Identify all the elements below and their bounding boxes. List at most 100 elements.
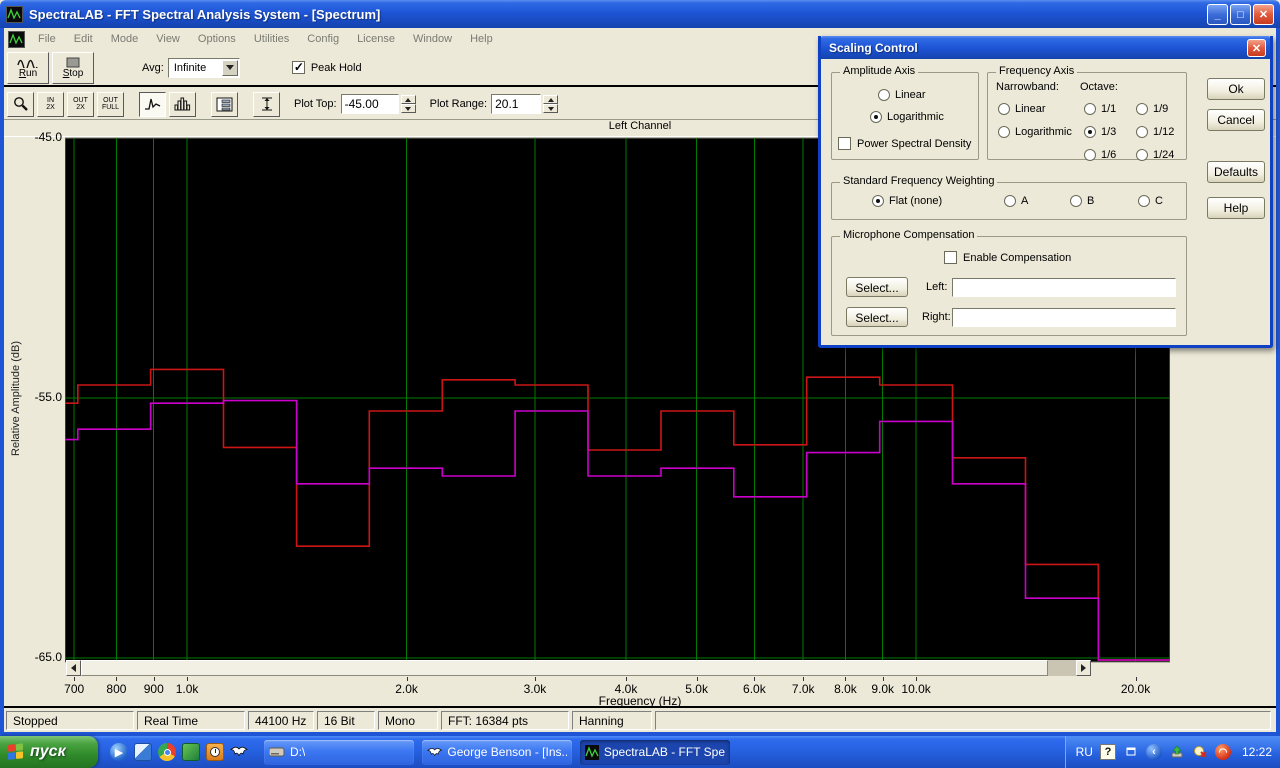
restore-window-icon[interactable]	[1123, 744, 1139, 760]
mic-compensation-group: Microphone Compensation Enable Compensat…	[831, 236, 1187, 336]
zoom-out-full-button[interactable]: OUT FULL	[97, 92, 124, 117]
spectralab-icon	[585, 745, 599, 760]
minimize-button[interactable]: _	[1207, 4, 1228, 25]
close-button[interactable]: ✕	[1253, 4, 1274, 25]
menu-mode[interactable]: Mode	[102, 30, 148, 48]
x-tick-label: 3.0k	[524, 682, 547, 696]
ok-button[interactable]: Ok	[1207, 78, 1265, 100]
amplitude-linear-radio[interactable]	[878, 89, 890, 101]
weighting-group: Standard Frequency Weighting Flat (none)…	[831, 182, 1187, 220]
enable-compensation-checkbox[interactable]	[944, 251, 957, 264]
menu-edit[interactable]: Edit	[65, 30, 102, 48]
chrome-icon[interactable]	[158, 743, 176, 761]
bat-app-icon[interactable]	[230, 743, 248, 761]
chevron-down-icon[interactable]	[222, 60, 238, 76]
help-button[interactable]: Help	[1207, 197, 1265, 219]
zoom-in-2x-button[interactable]: IN 2X	[37, 92, 64, 117]
scroll-left-arrow-icon[interactable]	[66, 660, 81, 676]
run-button[interactable]: Run	[7, 52, 49, 84]
weighting-b-radio[interactable]	[1070, 195, 1082, 207]
x-tick-mark	[74, 677, 75, 681]
x-tick-label: 1.0k	[176, 682, 199, 696]
octave-1-24-radio[interactable]	[1136, 149, 1148, 161]
menu-window[interactable]: Window	[404, 30, 461, 48]
octave-1-1-radio[interactable]	[1084, 103, 1096, 115]
x-tick-mark	[535, 677, 536, 681]
language-indicator[interactable]: RU	[1076, 745, 1093, 759]
edit-app-icon[interactable]	[134, 743, 152, 761]
dialog-close-icon[interactable]: ✕	[1247, 39, 1266, 57]
octave-1-9-radio[interactable]	[1136, 103, 1148, 115]
media-player-icon[interactable]: ▶	[110, 743, 128, 761]
drive-icon	[269, 747, 285, 757]
menu-config[interactable]: Config	[298, 30, 348, 48]
narrowband-linear-radio[interactable]	[998, 103, 1010, 115]
map-app-icon[interactable]	[182, 743, 200, 761]
x-tick-mark	[916, 677, 917, 681]
dialog-titlebar[interactable]: Scaling Control	[821, 36, 1270, 59]
narrowband-logarithmic-radio[interactable]	[998, 126, 1010, 138]
weighting-flat-radio[interactable]	[872, 195, 884, 207]
plot-top-input[interactable]	[341, 94, 399, 114]
x-tick-label: 7.0k	[792, 682, 815, 696]
window-titlebar[interactable]: SpectraLAB - FFT Spectral Analysis Syste…	[0, 0, 1280, 28]
plot-range-label: Plot Range:	[430, 98, 487, 110]
task-button-player[interactable]: George Benson - [Ins...	[422, 740, 572, 765]
display-options-button[interactable]	[211, 92, 238, 117]
messenger-offline-icon[interactable]	[1192, 744, 1208, 760]
zoom-out-2x-button[interactable]: OUT 2X	[67, 92, 94, 117]
x-tick-label: 900	[144, 682, 164, 696]
plot-range-spinner[interactable]	[543, 95, 558, 113]
menu-file[interactable]: File	[29, 30, 65, 48]
menu-options[interactable]: Options	[189, 30, 245, 48]
vertical-scale-button[interactable]	[253, 92, 280, 117]
plot-range-input[interactable]	[491, 94, 541, 114]
firewall-icon[interactable]: ◠	[1215, 744, 1231, 760]
x-tick-label: 6.0k	[743, 682, 766, 696]
keyboard-help-icon[interactable]: ?	[1100, 744, 1116, 760]
status-bit-depth: 16 Bit	[317, 711, 375, 730]
zoom-full-bottom: FULL	[102, 104, 119, 111]
start-button[interactable]: пуск	[0, 736, 98, 768]
mic-left-input[interactable]	[952, 278, 1176, 297]
power-spectral-density-checkbox[interactable]	[838, 137, 851, 150]
defaults-button[interactable]: Defaults	[1207, 161, 1265, 183]
select-left-button[interactable]: Select...	[846, 277, 908, 297]
menu-utilities[interactable]: Utilities	[245, 30, 298, 48]
peak-curve-icon	[144, 97, 161, 111]
scrollbar-thumb[interactable]	[81, 660, 1048, 676]
select-right-button[interactable]: Select...	[846, 307, 908, 327]
cancel-button[interactable]: Cancel	[1207, 109, 1265, 131]
octave-1-6-radio[interactable]	[1084, 149, 1096, 161]
stop-button[interactable]: Stop	[52, 52, 94, 84]
task-button-spectralab[interactable]: SpectraLAB - FFT Spe...	[580, 740, 730, 765]
mic-right-label: Right:	[922, 311, 951, 323]
maximize-button[interactable]: □	[1230, 4, 1251, 25]
zoom-tool-button[interactable]	[7, 92, 34, 117]
scroll-right-arrow-icon[interactable]	[1076, 660, 1091, 676]
menu-view[interactable]: View	[147, 30, 189, 48]
avg-select[interactable]: Infinite	[168, 58, 240, 78]
amplitude-logarithmic-radio[interactable]	[870, 111, 882, 123]
collapse-tray-chevron-icon[interactable]: ‹	[1146, 744, 1162, 760]
menu-license[interactable]: License	[348, 30, 404, 48]
octave-1-12-radio[interactable]	[1136, 126, 1148, 138]
bar-display-button[interactable]	[169, 92, 196, 117]
document-icon[interactable]	[8, 31, 25, 48]
scrollbar-track[interactable]	[1048, 660, 1076, 676]
horizontal-scrollbar[interactable]	[66, 660, 1091, 676]
menu-help[interactable]: Help	[461, 30, 502, 48]
peak-hold-checkbox[interactable]	[292, 61, 305, 74]
plot-top-spinner[interactable]	[401, 95, 416, 113]
octave-1-3-radio[interactable]	[1084, 126, 1096, 138]
mic-right-input[interactable]	[952, 308, 1176, 327]
weighting-c-radio[interactable]	[1138, 195, 1150, 207]
mic-left-label: Left:	[926, 281, 947, 293]
line-display-button[interactable]	[139, 92, 166, 117]
weighting-a-radio[interactable]	[1004, 195, 1016, 207]
y-tick-label: -55.0	[18, 390, 62, 404]
task-button-drive[interactable]: D:\	[264, 740, 414, 765]
taskbar-clock: 12:22	[1242, 745, 1272, 759]
safely-remove-icon[interactable]	[1169, 744, 1185, 760]
clock-app-icon[interactable]	[206, 743, 224, 761]
